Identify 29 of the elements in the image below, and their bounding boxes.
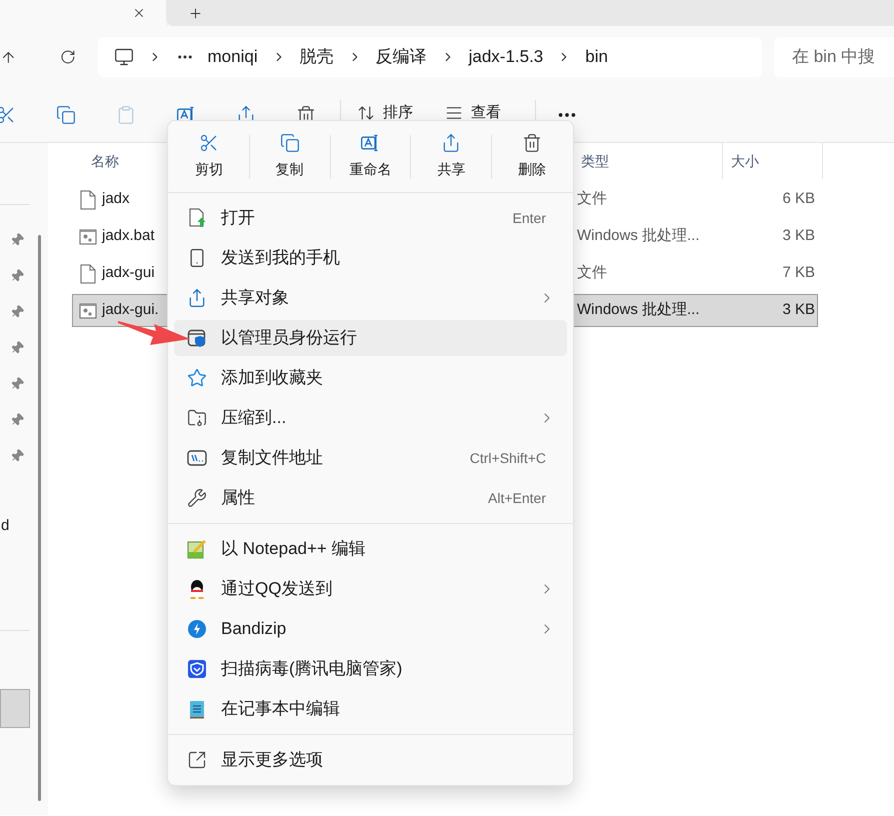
menu-item-label: 打开: [221, 207, 255, 230]
shortcut-label: Alt+Enter: [488, 488, 546, 508]
file-type: 文件: [577, 263, 608, 284]
file-name: jadx-gui.: [102, 300, 160, 320]
shortcut-label: Enter: [512, 208, 546, 228]
menu-item-label: 共享对象: [221, 287, 289, 310]
menu-item-label: 以 Notepad++ 编辑: [221, 538, 366, 560]
file-name: jadx-gui: [102, 263, 156, 284]
menu-item-label: 发送到我的手机: [221, 247, 340, 270]
menu-item-label: 属性: [221, 487, 255, 510]
menu-item-label: 在记事本中编辑: [221, 698, 340, 720]
menu-item-label: 显示更多选项: [221, 749, 323, 772]
file-size: 3 KB: [781, 226, 815, 246]
file-type: Windows 批处理...: [577, 300, 701, 320]
menu-item-label: 压缩到...: [221, 407, 286, 430]
menu-item-label: Bandizip: [221, 618, 286, 640]
file-name: jadx: [102, 189, 131, 210]
file-type: 文件: [577, 189, 608, 210]
file-type: Windows 批处理...: [577, 226, 701, 246]
file-size: 3 KB: [781, 300, 815, 320]
file-size: 7 KB: [781, 263, 815, 284]
file-name: jadx.bat: [102, 226, 156, 246]
menu-item-label: 添加到收藏夹: [221, 367, 323, 390]
menu-item-label: 以管理员身份运行: [221, 327, 357, 350]
file-size: 6 KB: [781, 189, 815, 210]
shortcut-label: Ctrl+Shift+C: [470, 448, 546, 468]
menu-item-label: 通过QQ发送到: [221, 578, 332, 600]
menu-item-label: 复制文件地址: [221, 447, 323, 470]
menu-item-label: 扫描病毒(腾讯电脑管家): [221, 658, 402, 680]
